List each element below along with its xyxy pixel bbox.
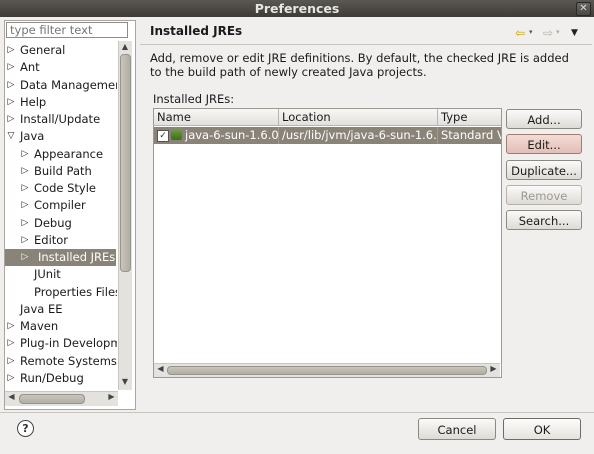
tree-item-general[interactable]: ▷ General: [5, 42, 117, 59]
tree-expand-arrow-icon[interactable]: ▷: [20, 163, 30, 180]
tree-item-label: Help: [20, 94, 47, 109]
tree-item-java-ee[interactable]: Java EE: [5, 301, 117, 318]
tree-item-install-update[interactable]: ▷ Install/Update: [5, 111, 117, 128]
scroll-left-arrow-icon[interactable]: ◀: [155, 364, 166, 373]
tree-item-build-path[interactable]: ▷ Build Path: [5, 163, 117, 180]
window-title: Preferences: [0, 0, 594, 17]
cancel-button[interactable]: Cancel: [418, 418, 496, 440]
tree-item-data-management[interactable]: ▷ Data Management: [5, 77, 117, 94]
search-button[interactable]: Search...: [506, 210, 582, 230]
tree-horizontal-scroll-thumb[interactable]: [19, 394, 85, 404]
close-window-button[interactable]: ✕: [576, 2, 591, 16]
tree-item-label: Installed JREs: [38, 250, 116, 264]
tree-item-label: Maven: [20, 319, 59, 333]
tree-item-label: Java EE: [20, 301, 63, 316]
tree-item-label: Appearance: [34, 146, 104, 161]
tree-item-label: Build Path: [34, 163, 92, 178]
tree-expand-arrow-icon[interactable]: ▷: [6, 353, 16, 370]
footer-separator: [0, 412, 594, 413]
view-menu-icon[interactable]: ▼: [571, 28, 578, 38]
tree-item-label: Compiler: [34, 198, 86, 213]
tree-expand-arrow-icon[interactable]: ▷: [6, 59, 16, 76]
remove-button[interactable]: Remove: [506, 185, 582, 205]
tree-item-label: Run/Debug: [20, 370, 84, 385]
scroll-down-arrow-icon[interactable]: ▼: [119, 377, 131, 388]
tree-item-ant[interactable]: ▷ Ant: [5, 59, 117, 76]
table-row[interactable]: ✓ java-6-sun-1.6.0.16 /usr/lib/jvm/java-…: [154, 127, 501, 144]
tree-item-label: JUnit: [34, 267, 61, 282]
tree-expand-arrow-icon[interactable]: ▷: [20, 197, 30, 214]
tree-item-label: Ant: [20, 60, 40, 75]
filter-input[interactable]: [6, 22, 128, 38]
scroll-left-arrow-icon[interactable]: ◀: [6, 392, 17, 404]
tree-item-label: Plug-in Development: [20, 336, 117, 351]
forward-history-dropdown-icon[interactable]: ▾: [556, 28, 560, 36]
tree-item-plug-in-development[interactable]: ▷ Plug-in Development: [5, 335, 117, 352]
column-header-name[interactable]: Name: [154, 109, 279, 126]
jre-checkbox[interactable]: ✓: [157, 130, 169, 142]
tree-item-label: Debug: [34, 215, 72, 230]
tree-item-compiler[interactable]: ▷ Compiler: [5, 197, 117, 214]
duplicate-button[interactable]: Duplicate...: [506, 160, 582, 180]
tree-expand-arrow-icon[interactable]: ▷: [6, 111, 16, 128]
tree-item-label: Remote Systems: [20, 353, 117, 368]
back-history-dropdown-icon[interactable]: ▾: [529, 28, 533, 36]
jre-library-icon: [171, 130, 182, 140]
tree-item-installed-jres[interactable]: ▷ Installed JREs: [5, 249, 116, 266]
tree-item-run-debug[interactable]: ▷ Run/Debug: [5, 370, 117, 387]
column-header-location[interactable]: Location: [279, 109, 438, 126]
ok-button[interactable]: OK: [503, 418, 581, 440]
tree-expand-arrow-icon[interactable]: ▷: [6, 77, 16, 94]
tree-expand-arrow-icon[interactable]: ▷: [6, 42, 16, 59]
scroll-right-arrow-icon[interactable]: ▶: [488, 364, 499, 373]
tree-expand-arrow-icon[interactable]: ▷: [6, 318, 16, 335]
installed-jres-label: Installed JREs:: [153, 92, 235, 106]
back-arrow-icon[interactable]: ⇦: [515, 26, 525, 40]
tree-item-debug[interactable]: ▷ Debug: [5, 215, 117, 232]
tree-item-editor[interactable]: ▷ Editor: [5, 232, 117, 249]
tree-expand-arrow-icon[interactable]: ▷: [6, 94, 16, 111]
tree-item-properties-files[interactable]: Properties Files: [5, 284, 117, 301]
tree-item-label: Editor: [34, 232, 69, 247]
forward-arrow-icon[interactable]: ⇨: [543, 26, 553, 40]
tree-item-junit[interactable]: JUnit: [5, 266, 117, 283]
edit-button[interactable]: Edit...: [506, 134, 582, 154]
tree-item-label: Code Style: [34, 181, 96, 195]
tree-item-code-style[interactable]: ▷ Code Style: [5, 180, 117, 197]
tree-item-java[interactable]: ▽ Java: [5, 128, 117, 145]
tree-item-label: Data Management: [20, 77, 117, 92]
add-button[interactable]: Add...: [506, 109, 582, 129]
header-separator: [140, 44, 592, 45]
table-cell-name: ✓ java-6-sun-1.6.0.16: [154, 127, 279, 144]
jre-table: Name Location Type ✓ java-6-sun-1.6.0.16…: [153, 108, 502, 378]
tree-expand-arrow-icon[interactable]: ▷: [20, 180, 30, 197]
page-description: Add, remove or edit JRE definitions. By …: [150, 51, 569, 79]
tree-expand-arrow-icon[interactable]: ▷: [20, 215, 30, 232]
table-cell-type: Standard VM: [441, 128, 501, 142]
tree-expand-arrow-icon[interactable]: ▷: [6, 370, 16, 387]
scroll-right-arrow-icon[interactable]: ▶: [106, 392, 117, 404]
tree-expand-arrow-icon[interactable]: ▷: [20, 232, 30, 249]
preference-tree: ▷ General ▷ Ant ▷ Data Management ▷ Help ▷ Instal…: [5, 42, 117, 390]
table-horizontal-scroll-thumb[interactable]: [167, 366, 487, 375]
tree-item-label: Java: [20, 129, 45, 144]
tree-item-maven[interactable]: ▷ Maven: [5, 318, 117, 335]
tree-vertical-scroll-thumb[interactable]: [120, 54, 131, 272]
tree-collapse-arrow-icon[interactable]: ▽: [6, 128, 16, 145]
tree-expand-arrow-icon[interactable]: ▷: [20, 249, 30, 266]
scroll-up-arrow-icon[interactable]: ▲: [119, 42, 131, 53]
tree-expand-arrow-icon[interactable]: ▷: [20, 146, 30, 163]
tree-item-help[interactable]: ▷ Help: [5, 94, 117, 111]
tree-item-appearance[interactable]: ▷ Appearance: [5, 146, 117, 163]
tree-item-label: General: [20, 43, 66, 57]
page-title: Installed JREs: [150, 24, 243, 38]
jre-name: java-6-sun-1.6.0.16: [185, 128, 279, 142]
table-cell-location: /usr/lib/jvm/java-6-sun-1.6.0.16: [279, 127, 438, 144]
help-icon[interactable]: ?: [17, 420, 34, 437]
column-header-type[interactable]: Type: [438, 109, 501, 126]
tree-item-remote-systems[interactable]: ▷ Remote Systems: [5, 353, 117, 370]
tree-item-label: Install/Update: [20, 112, 101, 126]
tree-item-label: Properties Files: [34, 284, 117, 299]
tree-expand-arrow-icon[interactable]: ▷: [6, 335, 16, 352]
